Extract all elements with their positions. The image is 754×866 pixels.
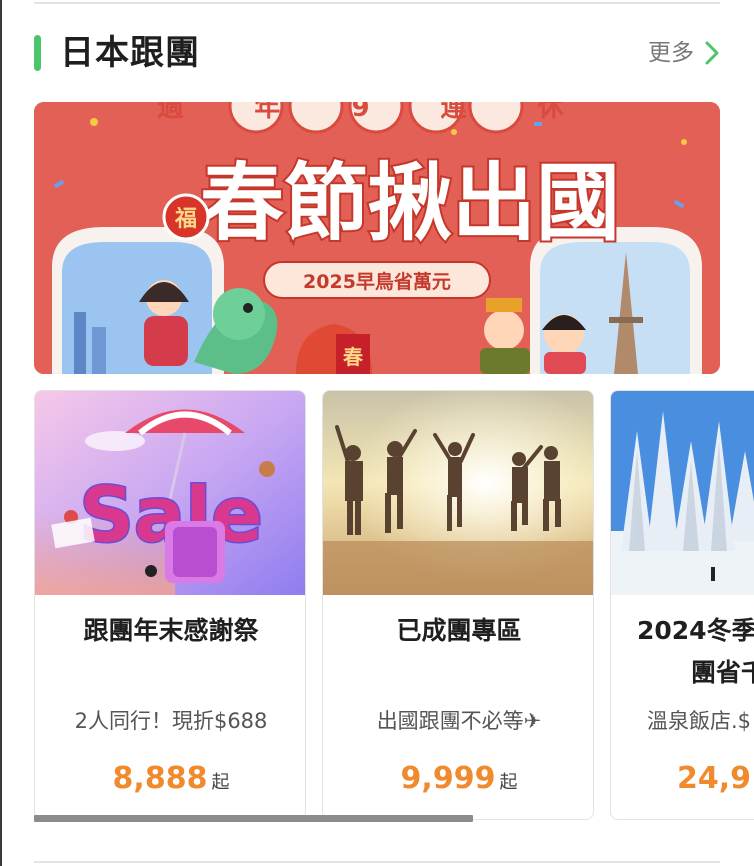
banner-headline-top: 過 年 9 連 休 [157,102,594,123]
page-edge [0,0,2,866]
chun-tag: 春 [342,345,364,369]
card-desc: 溫泉飯店.$ [647,709,752,733]
sale-illustration: Sale [35,391,305,595]
banner-tag: 2025早鳥省萬元 [303,270,451,293]
card-desc: 出國跟團不必等✈ [376,709,542,733]
more-label: 更多 [648,40,694,66]
section-title: 日本跟團 [60,33,200,73]
card-title: 2024冬季 [637,616,754,645]
banner-artwork: 過 年 9 連 休 春節揪出國 福 2025早鳥省萬元 春 [34,102,720,374]
top-divider [34,2,720,4]
card-image-sale: Sale [35,391,305,595]
card-title: 已成團專區 [396,616,522,645]
banner-headline: 春節揪出國 [200,154,620,252]
card-desc: 2人同行！現折$688 [74,709,268,733]
tour-card-1[interactable]: Sale 跟團年末感謝祭 2人同行！現折$688 8,888 起 [34,390,306,820]
price-unit: 起 [499,772,518,793]
tour-carousel[interactable]: Sale 跟團年末感謝祭 2人同行！現折$688 8,888 起 已成團專區 出… [34,390,754,820]
card-price: 8,888 起 [35,759,305,803]
more-link[interactable]: 更多 [648,36,720,70]
card-image-snow [611,391,754,595]
beach-photo [323,391,593,595]
promo-banner[interactable]: 過 年 9 連 休 春節揪出國 福 2025早鳥省萬元 春 [34,102,720,374]
section-accent-bar [34,35,41,71]
section-header: 日本跟團 更多 [34,32,720,74]
card-title: 跟團年末感謝祭 [83,616,259,645]
snow-photo [611,391,754,595]
tour-card-2[interactable]: 已成團專區 出國跟團不必等✈ 9,999 起 [322,390,594,820]
card-title-line2: 團省千 [691,658,754,687]
card-price: 9,999 起 [323,759,593,803]
card-price: 24,9 [677,759,754,803]
card-image-beach [323,391,593,595]
price-value: 8,888 [112,761,208,796]
price-unit: 起 [211,772,230,793]
bottom-divider [34,861,720,863]
chevron-right-icon [705,41,719,65]
fu-badge: 福 [174,207,197,232]
tour-card-3[interactable]: 2024冬季 團省千 溫泉飯店.$ 24,9 [610,390,754,820]
price-value: 9,999 [400,761,496,796]
carousel-scrollbar[interactable] [34,815,754,822]
scrollbar-thumb[interactable] [34,815,474,822]
price-value: 24,9 [677,761,752,796]
